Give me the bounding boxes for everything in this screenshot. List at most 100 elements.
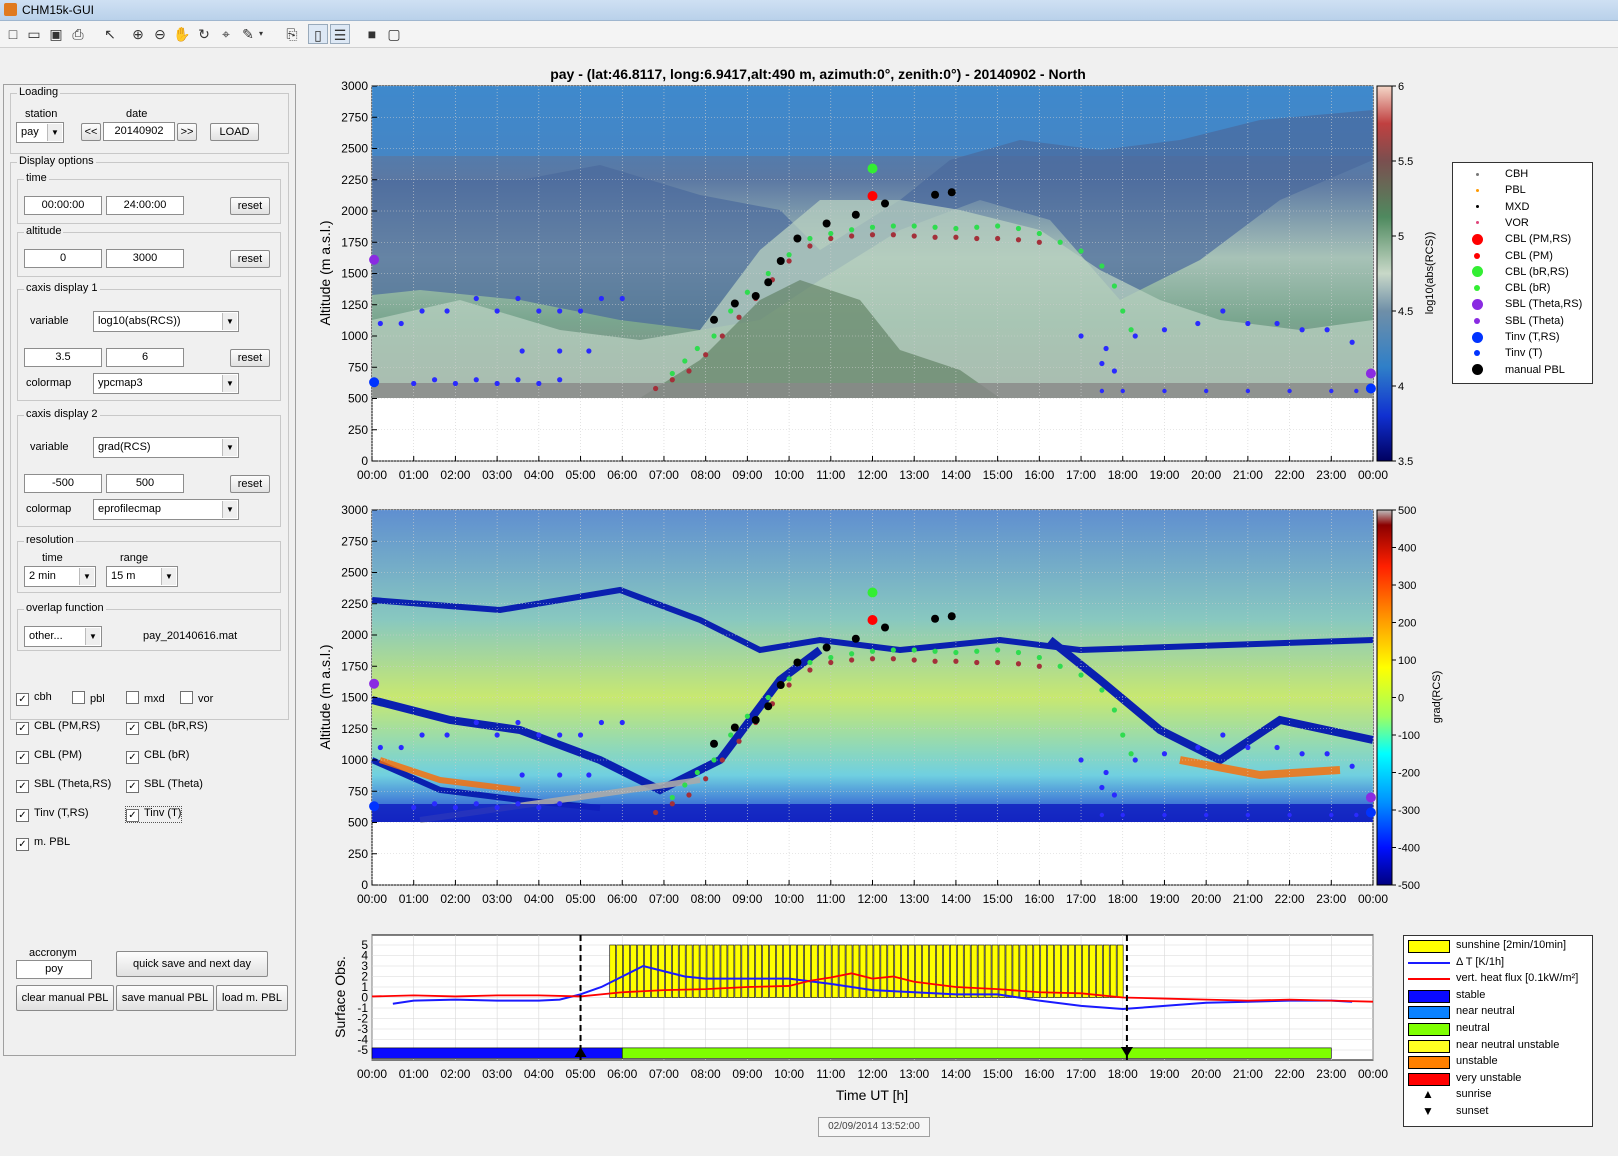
legend-label: very unstable xyxy=(1456,1071,1522,1084)
colorbar-tick-label: 200 xyxy=(1398,618,1416,630)
cbl-br-point xyxy=(932,224,938,230)
y-tick-label: 1250 xyxy=(341,722,368,736)
x-tick-label: 04:00 xyxy=(524,1067,554,1081)
legend-entry: PBL xyxy=(1453,183,1592,199)
tinv-point xyxy=(419,308,425,314)
legend-label: neutral xyxy=(1456,1022,1490,1034)
tinv-point xyxy=(1274,320,1280,327)
x-tick-label: 15:00 xyxy=(983,468,1013,482)
cbl-br-point xyxy=(786,676,792,682)
y-tick-label: 3000 xyxy=(341,79,368,93)
manual-pbl-point xyxy=(793,234,802,243)
sunshine-bar xyxy=(852,944,860,998)
sunshine-bar xyxy=(783,944,790,998)
tinv-point xyxy=(1161,327,1168,333)
cbl-pm-point xyxy=(1015,661,1022,667)
legend-swatch xyxy=(1408,1056,1450,1070)
cbl-pm-point xyxy=(786,682,792,688)
cbl-br-point xyxy=(1111,707,1118,713)
cbl-pm-point xyxy=(669,377,675,383)
sunshine-bar xyxy=(963,944,971,998)
cbl-br-point xyxy=(1057,239,1063,245)
tinv-point xyxy=(494,308,500,314)
legend-swatch xyxy=(1408,1006,1450,1020)
rs-point xyxy=(369,254,380,265)
sunshine-bar xyxy=(741,944,749,998)
y-tick-label: 2500 xyxy=(341,566,368,580)
x-tick-label: 12:00 xyxy=(857,468,887,482)
plot1-colorbar-label: log10(abs(RCS)) xyxy=(1424,232,1436,315)
cbl-br-point xyxy=(911,223,917,229)
colorbar-tick-label: 0 xyxy=(1398,693,1404,705)
y-tick-label: 2750 xyxy=(341,110,368,124)
tinv-point xyxy=(619,295,625,302)
colorbar-tick-label: 4 xyxy=(1398,381,1404,393)
sunshine-bar xyxy=(977,944,985,998)
x-tick-label: 14:00 xyxy=(941,1067,971,1081)
plot3-legend: sunshine [2min/10min] Δ T [K/1h] vert. hea… xyxy=(1403,935,1593,1127)
sunshine-bar xyxy=(1019,944,1027,998)
sunshine-bar xyxy=(1116,944,1124,998)
cbl-pm-point xyxy=(686,368,692,374)
cbl-br-point xyxy=(1120,732,1126,738)
x-tick-label: 10:00 xyxy=(774,892,804,906)
legend-label: SBL (Theta,RS) xyxy=(1505,298,1583,311)
cbl-br-point xyxy=(728,308,734,314)
tinv-point xyxy=(598,295,604,302)
tinv-point xyxy=(1354,812,1359,818)
x-tick-label: 08:00 xyxy=(691,892,721,906)
tinv-point xyxy=(452,380,459,387)
tinv-point xyxy=(557,732,563,738)
stability-segment xyxy=(621,1047,1332,1059)
x-tick-label: 13:00 xyxy=(899,892,929,906)
tinv-point xyxy=(1162,812,1167,818)
plot3-x-label: Time UT [h] xyxy=(836,1087,908,1103)
x-tick-label: 15:00 xyxy=(983,1067,1013,1081)
tinv-point xyxy=(494,732,500,738)
cbl-pm-point xyxy=(719,757,725,763)
sunshine-bar xyxy=(929,944,936,998)
sunshine-bar xyxy=(720,944,728,998)
cbl-br-point xyxy=(1057,663,1063,669)
sunshine-bar xyxy=(713,944,721,998)
x-tick-label: 16:00 xyxy=(1024,468,1054,482)
cbl-pm-point xyxy=(953,234,959,240)
x-tick-label: 06:00 xyxy=(607,892,637,906)
tinv-point xyxy=(444,308,450,314)
x-tick-label: 23:00 xyxy=(1316,1067,1346,1081)
x-tick-label: 09:00 xyxy=(732,468,762,482)
cbl-br-point xyxy=(828,230,834,237)
y-tick-label: 1500 xyxy=(341,267,368,281)
cbl-pm-point xyxy=(974,235,980,242)
cbl-br-point xyxy=(1036,230,1042,237)
plot1-colorbar xyxy=(1376,85,1393,462)
rs-point xyxy=(369,801,380,812)
tinv-point xyxy=(1220,308,1226,314)
x-tick-label: 01:00 xyxy=(399,468,429,482)
cbl-pm-point xyxy=(890,232,896,238)
sunshine-bar xyxy=(838,944,846,998)
x-tick-label: 11:00 xyxy=(816,892,845,906)
tinv-point xyxy=(431,801,438,807)
tinv-point xyxy=(473,719,479,726)
y-tick-label: 750 xyxy=(348,360,368,374)
sunshine-bar xyxy=(776,944,783,998)
cbl-pm-point xyxy=(807,243,813,249)
tinv-point xyxy=(1111,368,1118,374)
x-tick-label: 00:00 xyxy=(357,468,387,482)
legend-label: sunrise xyxy=(1456,1088,1492,1101)
legend-label: Tinv (T,RS) xyxy=(1505,331,1560,343)
cbl-br-point xyxy=(1128,327,1134,333)
y-tick-label: 2500 xyxy=(341,142,368,156)
y-tick-label: 2750 xyxy=(341,534,368,548)
sunshine-bar xyxy=(1068,944,1075,998)
colorbar-tick-label: 6 xyxy=(1398,81,1404,93)
legend-label: PBL xyxy=(1505,184,1526,197)
manual-pbl-point xyxy=(851,634,860,643)
tinv-point xyxy=(1324,751,1330,757)
x-tick-label: 20:00 xyxy=(1191,892,1221,906)
x-tick-label: 19:00 xyxy=(1149,892,1179,906)
cbl-pm-point xyxy=(953,658,959,664)
tinv-point xyxy=(398,744,404,751)
x-tick-label: 19:00 xyxy=(1149,1067,1179,1081)
